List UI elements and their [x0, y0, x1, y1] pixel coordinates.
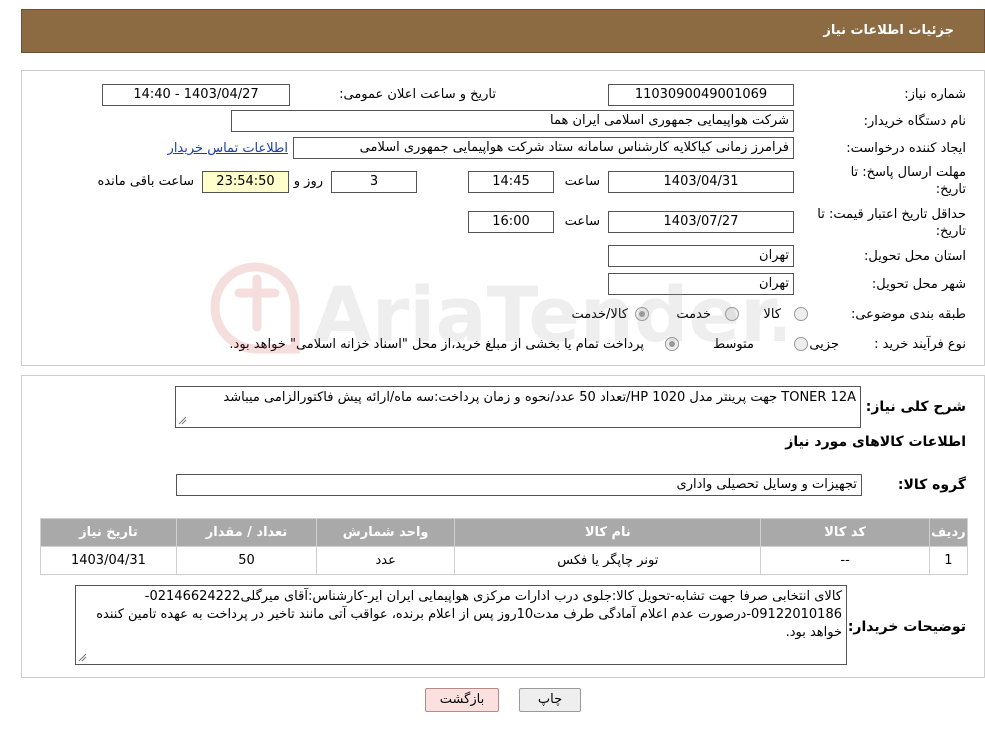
summary-label: شرح کلی نیاز: [865, 399, 966, 415]
resize-handle-icon[interactable] [78, 653, 87, 662]
col-unit-header: واحد شمارش [316, 518, 456, 547]
city-label: شهر محل تحویل: [871, 277, 966, 292]
back-button[interactable]: بازگشت [425, 688, 499, 712]
category-option-service: خدمت [676, 307, 711, 322]
goods-table-header-row: ردیف کد کالا نام کالا واحد شمارش تعداد /… [40, 518, 969, 547]
need-info-panel: شماره نیاز: 1103090049001069 تاریخ و ساع… [21, 70, 985, 366]
need-number-label: شماره نیاز: [904, 87, 966, 102]
validity-label: حداقل تاریخ اعتبار قیمت: تا [817, 207, 966, 222]
need-number-field: 1103090049001069 [608, 84, 794, 106]
cell-date: 1403/04/31 [40, 546, 177, 575]
category-radio-service[interactable] [725, 307, 739, 321]
deadline-time-field: 14:45 [468, 171, 554, 193]
announce-label: تاریخ و ساعت اعلان عمومی: [339, 87, 496, 102]
buyer-org-field: شرکت هواپیمایی جمهوری اسلامی ایران هما [231, 110, 794, 132]
days-remaining-field: 3 [331, 171, 417, 193]
category-radio-goods-service[interactable] [635, 307, 649, 321]
validity-date-field: 1403/07/27 [608, 211, 794, 233]
announce-datetime-field: 1403/04/27 - 14:40 [102, 84, 290, 106]
buyer-org-label: نام دستگاه خریدار: [863, 114, 966, 129]
col-date-header: تاریخ نیاز [40, 518, 177, 547]
col-row-header: ردیف [928, 518, 969, 547]
category-option-goods: کالا [763, 307, 781, 322]
deadline-label: مهلت ارسال پاسخ: تا [850, 165, 966, 180]
buyer-notes-text: کالای انتخابی صرفا جهت تشابه-تحویل کالا:… [96, 589, 842, 640]
deadline-date-field: 1403/04/31 [608, 171, 794, 193]
requester-label: ایجاد کننده درخواست: [846, 141, 966, 156]
province-label: استان محل تحویل: [864, 249, 966, 264]
goods-group-label: گروه کالا: [897, 477, 966, 493]
process-radio-minor[interactable] [794, 337, 808, 351]
requester-field: فرامرز زمانی کیاکلایه کارشناس سامانه ستا… [293, 137, 794, 159]
goods-panel: شرح کلی نیاز: TONER 12A جهت پرینتر مدل H… [21, 375, 985, 678]
process-note: پرداخت تمام یا بخشی از مبلغ خرید،از محل … [229, 337, 644, 352]
page-header: جزئیات اطلاعات نیاز [21, 9, 985, 53]
category-label: طبقه بندی موضوعی: [850, 307, 966, 322]
city-field: تهران [608, 273, 794, 295]
deadline-label-2: تاریخ: [935, 182, 966, 197]
goods-info-title: اطلاعات کالاهای مورد نیاز [785, 434, 966, 450]
summary-text: TONER 12A جهت پرینتر مدل HP 1020/تعداد 5… [223, 390, 856, 405]
col-code-header: کد کالا [760, 518, 930, 547]
process-label: نوع فرآیند خرید : [874, 337, 966, 352]
print-button[interactable]: چاپ [519, 688, 581, 712]
validity-time-label: ساعت [564, 214, 600, 229]
cell-row: 1 [928, 546, 969, 575]
col-name-header: نام کالا [454, 518, 762, 547]
summary-textarea: TONER 12A جهت پرینتر مدل HP 1020/تعداد 5… [175, 386, 861, 428]
days-label: روز و [293, 174, 323, 189]
goods-group-field: تجهیزات و وسایل تحصیلی واداری [176, 474, 862, 496]
process-radio-medium[interactable] [665, 337, 679, 351]
cell-code: -- [760, 546, 930, 575]
remaining-time-field: 23:54:50 [202, 171, 289, 193]
col-qty-header: تعداد / مقدار [175, 518, 318, 547]
goods-table: ردیف کد کالا نام کالا واحد شمارش تعداد /… [40, 518, 969, 575]
cell-qty: 50 [175, 546, 318, 575]
buyer-notes-textarea: کالای انتخابی صرفا جهت تشابه-تحویل کالا:… [75, 585, 847, 665]
page-title: جزئیات اطلاعات نیاز [823, 23, 954, 38]
remaining-time-label: ساعت باقی مانده [97, 174, 194, 189]
resize-handle-icon[interactable] [178, 416, 187, 425]
buyer-contact-link[interactable]: اطلاعات تماس خریدار [168, 141, 288, 156]
validity-time-field: 16:00 [468, 211, 554, 233]
process-option-medium: متوسط [713, 337, 754, 352]
cell-name: تونر چاپگر یا فکس [454, 546, 762, 575]
validity-label-2: تاریخ: [935, 224, 966, 239]
table-row: 1 -- تونر چاپگر یا فکس عدد 50 1403/04/31 [40, 546, 969, 575]
process-option-minor: جزیی [809, 337, 839, 352]
category-radio-goods[interactable] [794, 307, 808, 321]
province-field: تهران [608, 245, 794, 267]
deadline-time-label: ساعت [564, 174, 600, 189]
buyer-notes-label: توضیحات خریدار: [847, 619, 966, 635]
cell-unit: عدد [316, 546, 456, 575]
category-option-goods-service: کالا/خدمت [571, 307, 628, 322]
